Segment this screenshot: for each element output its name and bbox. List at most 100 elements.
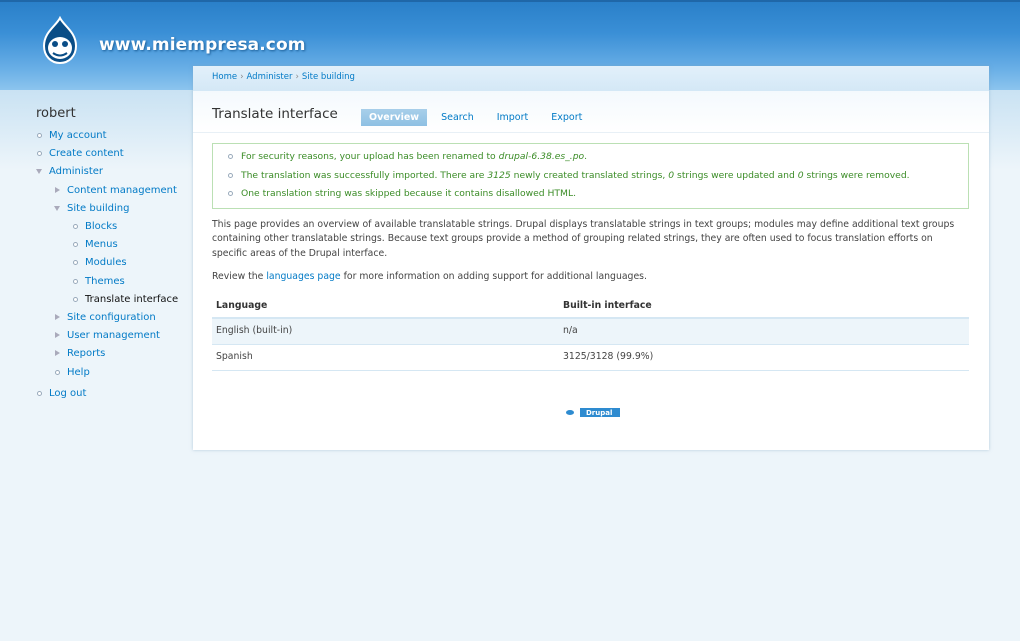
menu-link-themes[interactable]: Themes <box>85 276 125 287</box>
menu-item-create-content[interactable]: Create content <box>36 145 196 163</box>
menu-item-user-management[interactable]: User management <box>54 327 196 345</box>
tab-export[interactable]: Export <box>542 109 591 126</box>
title-bar: Translate interface Overview Search Impo… <box>193 91 989 133</box>
menu-link-help[interactable]: Help <box>67 367 90 378</box>
tab-import[interactable]: Import <box>488 109 538 126</box>
breadcrumb-separator: › <box>240 72 244 82</box>
column-header-built-in-interface[interactable]: Built-in interface <box>559 293 969 320</box>
message-bullet-icon <box>228 191 233 196</box>
breadcrumb-separator: › <box>295 72 299 82</box>
status-messages: For security reasons, your upload has be… <box>212 143 969 209</box>
message-bullet-icon <box>228 172 233 178</box>
menu-link-menus[interactable]: Menus <box>85 239 118 250</box>
leaf-bullet-icon <box>37 151 42 157</box>
review-text: for more information on adding support f… <box>340 271 647 283</box>
tab-search[interactable]: Search <box>432 109 483 126</box>
submenu-administer: Content management Site building Blocks … <box>54 182 196 382</box>
menu-item-translate-interface[interactable]: Translate interface <box>72 291 196 309</box>
menu-item-reports[interactable]: Reports <box>54 345 196 363</box>
languages-table: Language Built-in interface English (bui… <box>212 293 969 371</box>
menu-item-modules[interactable]: Modules <box>72 254 196 272</box>
menu-link-modules[interactable]: Modules <box>85 257 127 268</box>
badge-label: Drupal <box>586 408 613 417</box>
languages-page-link[interactable]: languages page <box>266 271 340 282</box>
page-content: This page provides an overview of availa… <box>193 209 989 371</box>
menu-link-content-management[interactable]: Content management <box>67 185 177 196</box>
language-cell: Spanish <box>212 344 559 371</box>
leaf-bullet-icon <box>55 369 60 375</box>
status-message: One translation string was skipped becau… <box>227 185 956 204</box>
status-message: The translation was successfully importe… <box>227 167 956 186</box>
menu-item-my-account[interactable]: My account <box>36 127 196 145</box>
menu-link-log-out[interactable]: Log out <box>49 388 86 399</box>
leaf-bullet-icon <box>37 390 42 396</box>
status-message: For security reasons, your upload has be… <box>227 148 956 167</box>
navigation-menu: My account Create content Administer Con… <box>36 127 196 403</box>
message-text: strings were removed. <box>803 169 910 181</box>
menu-link-my-account[interactable]: My account <box>49 130 107 141</box>
menu-link-blocks[interactable]: Blocks <box>85 221 117 232</box>
column-header-language[interactable]: Language <box>212 293 559 320</box>
progress-cell: 3125/3128 (99.9%) <box>559 344 969 371</box>
menu-item-log-out[interactable]: Log out <box>36 385 196 403</box>
breadcrumb-site-building[interactable]: Site building <box>302 72 355 82</box>
collapsed-bullet-icon <box>55 332 60 339</box>
menu-item-blocks[interactable]: Blocks <box>72 218 196 236</box>
leaf-bullet-icon <box>73 260 78 266</box>
created-count: 3125 <box>487 169 511 181</box>
leaf-bullet-icon <box>73 278 78 284</box>
menu-item-administer[interactable]: Administer Content management Site build… <box>36 163 196 381</box>
menu-link-create-content[interactable]: Create content <box>49 148 124 159</box>
menu-link-reports[interactable]: Reports <box>67 348 105 359</box>
progress-cell: n/a <box>559 318 969 346</box>
menu-item-site-building[interactable]: Site building Blocks Menus Modules Theme… <box>54 200 196 309</box>
message-text: For security reasons, your upload has be… <box>241 151 499 162</box>
expanded-bullet-icon <box>54 205 60 211</box>
message-text: One translation string was skipped becau… <box>241 188 576 199</box>
language-cell: English (built-in) <box>212 318 559 346</box>
drupal-drop-icon <box>562 408 580 417</box>
breadcrumb-home[interactable]: Home <box>212 72 237 82</box>
menu-link-site-configuration[interactable]: Site configuration <box>67 312 156 323</box>
sidebar-username: robert <box>36 106 76 121</box>
table-row: Spanish 3125/3128 (99.9%) <box>212 344 969 371</box>
leaf-bullet-icon <box>73 224 78 230</box>
leaf-bullet-icon <box>37 133 42 138</box>
breadcrumb: Home › Administer › Site building <box>193 66 989 91</box>
message-bullet-icon <box>228 154 233 159</box>
intro-paragraph: This page provides an overview of availa… <box>212 218 955 259</box>
table-row: English (built-in) n/a <box>212 318 969 346</box>
menu-link-site-building[interactable]: Site building <box>67 203 129 214</box>
review-paragraph: Review the languages page for more infor… <box>212 270 970 285</box>
expanded-bullet-icon <box>36 169 42 175</box>
site-name-link[interactable]: www.miempresa.com <box>99 35 306 55</box>
main-content-panel: Home › Administer › Site building Translate … <box>193 66 989 450</box>
menu-link-translate-interface[interactable]: Translate interface <box>85 294 178 305</box>
leaf-bullet-icon <box>73 242 78 248</box>
collapsed-bullet-icon <box>55 314 60 321</box>
message-text: newly created translated strings, <box>510 169 669 181</box>
menu-item-site-configuration[interactable]: Site configuration <box>54 309 196 327</box>
message-text: strings were updated and <box>674 169 798 181</box>
table-header-row: Language Built-in interface <box>212 293 969 320</box>
collapsed-bullet-icon <box>55 186 60 193</box>
tabs: Overview Search Import Export <box>361 109 596 126</box>
sidebar: robert My account Create content Adminis… <box>36 106 196 403</box>
message-text: The translation was successfully importe… <box>241 169 488 181</box>
menu-item-content-management[interactable]: Content management <box>54 182 196 200</box>
review-text: Review the <box>212 271 267 283</box>
page-title: Translate interface <box>212 106 338 122</box>
menu-item-themes[interactable]: Themes <box>72 273 196 291</box>
drupal-logo-icon[interactable] <box>38 16 82 66</box>
menu-item-help[interactable]: Help <box>54 364 196 382</box>
menu-link-administer[interactable]: Administer <box>49 166 103 177</box>
powered-by-drupal-badge[interactable]: Drupal <box>562 408 620 417</box>
leaf-bullet-icon <box>73 296 78 302</box>
submenu-site-building: Blocks Menus Modules Themes Translate in… <box>72 218 196 309</box>
tab-overview[interactable]: Overview <box>361 109 428 126</box>
menu-item-menus[interactable]: Menus <box>72 236 196 254</box>
menu-link-user-management[interactable]: User management <box>67 330 160 341</box>
collapsed-bullet-icon <box>55 350 60 357</box>
message-text: . <box>584 151 588 162</box>
breadcrumb-administer[interactable]: Administer <box>247 72 293 82</box>
